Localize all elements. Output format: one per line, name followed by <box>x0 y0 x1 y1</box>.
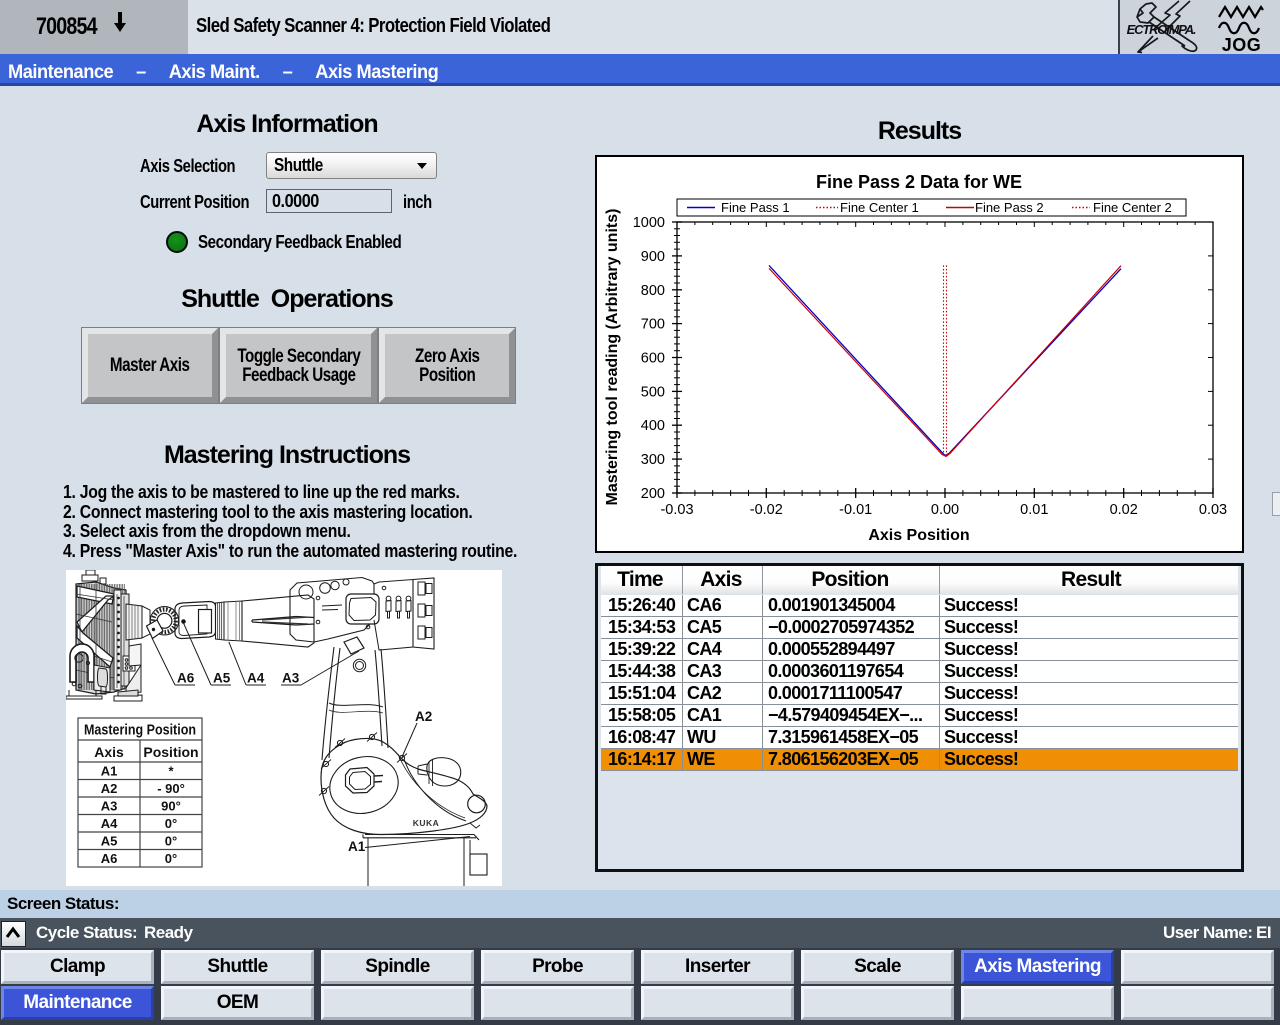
svg-text:A4: A4 <box>247 671 265 686</box>
svg-text:-0.03: -0.03 <box>660 502 693 518</box>
svg-text:A6: A6 <box>177 671 195 686</box>
svg-text:500: 500 <box>641 384 665 400</box>
svg-text:Fine Pass 2: Fine Pass 2 <box>975 200 1044 215</box>
svg-text:1000: 1000 <box>633 215 665 231</box>
svg-text:0°: 0° <box>165 851 177 866</box>
svg-text:400: 400 <box>641 418 665 434</box>
svg-text:A3: A3 <box>282 671 300 686</box>
svg-text:Axis: Axis <box>94 744 124 760</box>
svg-text:ECTROIMPA.: ECTROIMPA. <box>1127 22 1196 37</box>
svg-text:JOG: JOG <box>1222 35 1262 54</box>
svg-text:A6: A6 <box>101 851 118 866</box>
svg-text:600: 600 <box>641 351 665 367</box>
svg-text:A1: A1 <box>348 839 366 854</box>
svg-text:A3: A3 <box>101 799 118 814</box>
svg-text:Fine Pass 2 Data for WE: Fine Pass 2 Data for WE <box>816 172 1022 192</box>
svg-text:300: 300 <box>641 452 665 468</box>
svg-text:90°: 90° <box>161 799 181 814</box>
svg-text:KUKA: KUKA <box>413 818 440 828</box>
svg-text:A5: A5 <box>213 671 231 686</box>
svg-text:- 90°: - 90° <box>157 781 185 796</box>
svg-text:900: 900 <box>641 249 665 265</box>
svg-text:700: 700 <box>641 317 665 333</box>
svg-text:0.00: 0.00 <box>931 502 959 518</box>
svg-text:Fine Center 1: Fine Center 1 <box>840 200 919 215</box>
svg-text:A2: A2 <box>101 781 118 796</box>
svg-text:Axis Position: Axis Position <box>868 527 969 544</box>
svg-text:Fine Center 2: Fine Center 2 <box>1093 200 1172 215</box>
svg-text:Mastering tool reading (Arbitr: Mastering tool reading (Arbitrary units) <box>604 209 621 506</box>
svg-text:A4: A4 <box>101 816 118 831</box>
svg-text:Fine Pass 1: Fine Pass 1 <box>721 200 790 215</box>
svg-text:0°: 0° <box>165 816 177 831</box>
svg-text:A5: A5 <box>101 834 118 849</box>
svg-text:800: 800 <box>641 283 665 299</box>
svg-text:Mastering Position: Mastering Position <box>84 723 196 739</box>
svg-text:0.01: 0.01 <box>1020 502 1048 518</box>
svg-text:-0.02: -0.02 <box>750 502 783 518</box>
svg-text:Position: Position <box>143 744 198 760</box>
svg-text:0.02: 0.02 <box>1110 502 1138 518</box>
svg-text:A1: A1 <box>101 764 118 779</box>
svg-text:0.03: 0.03 <box>1199 502 1227 518</box>
svg-text:200: 200 <box>641 486 665 502</box>
svg-text:A2: A2 <box>415 709 432 724</box>
svg-text:-0.01: -0.01 <box>839 502 872 518</box>
svg-text:0°: 0° <box>165 834 177 849</box>
